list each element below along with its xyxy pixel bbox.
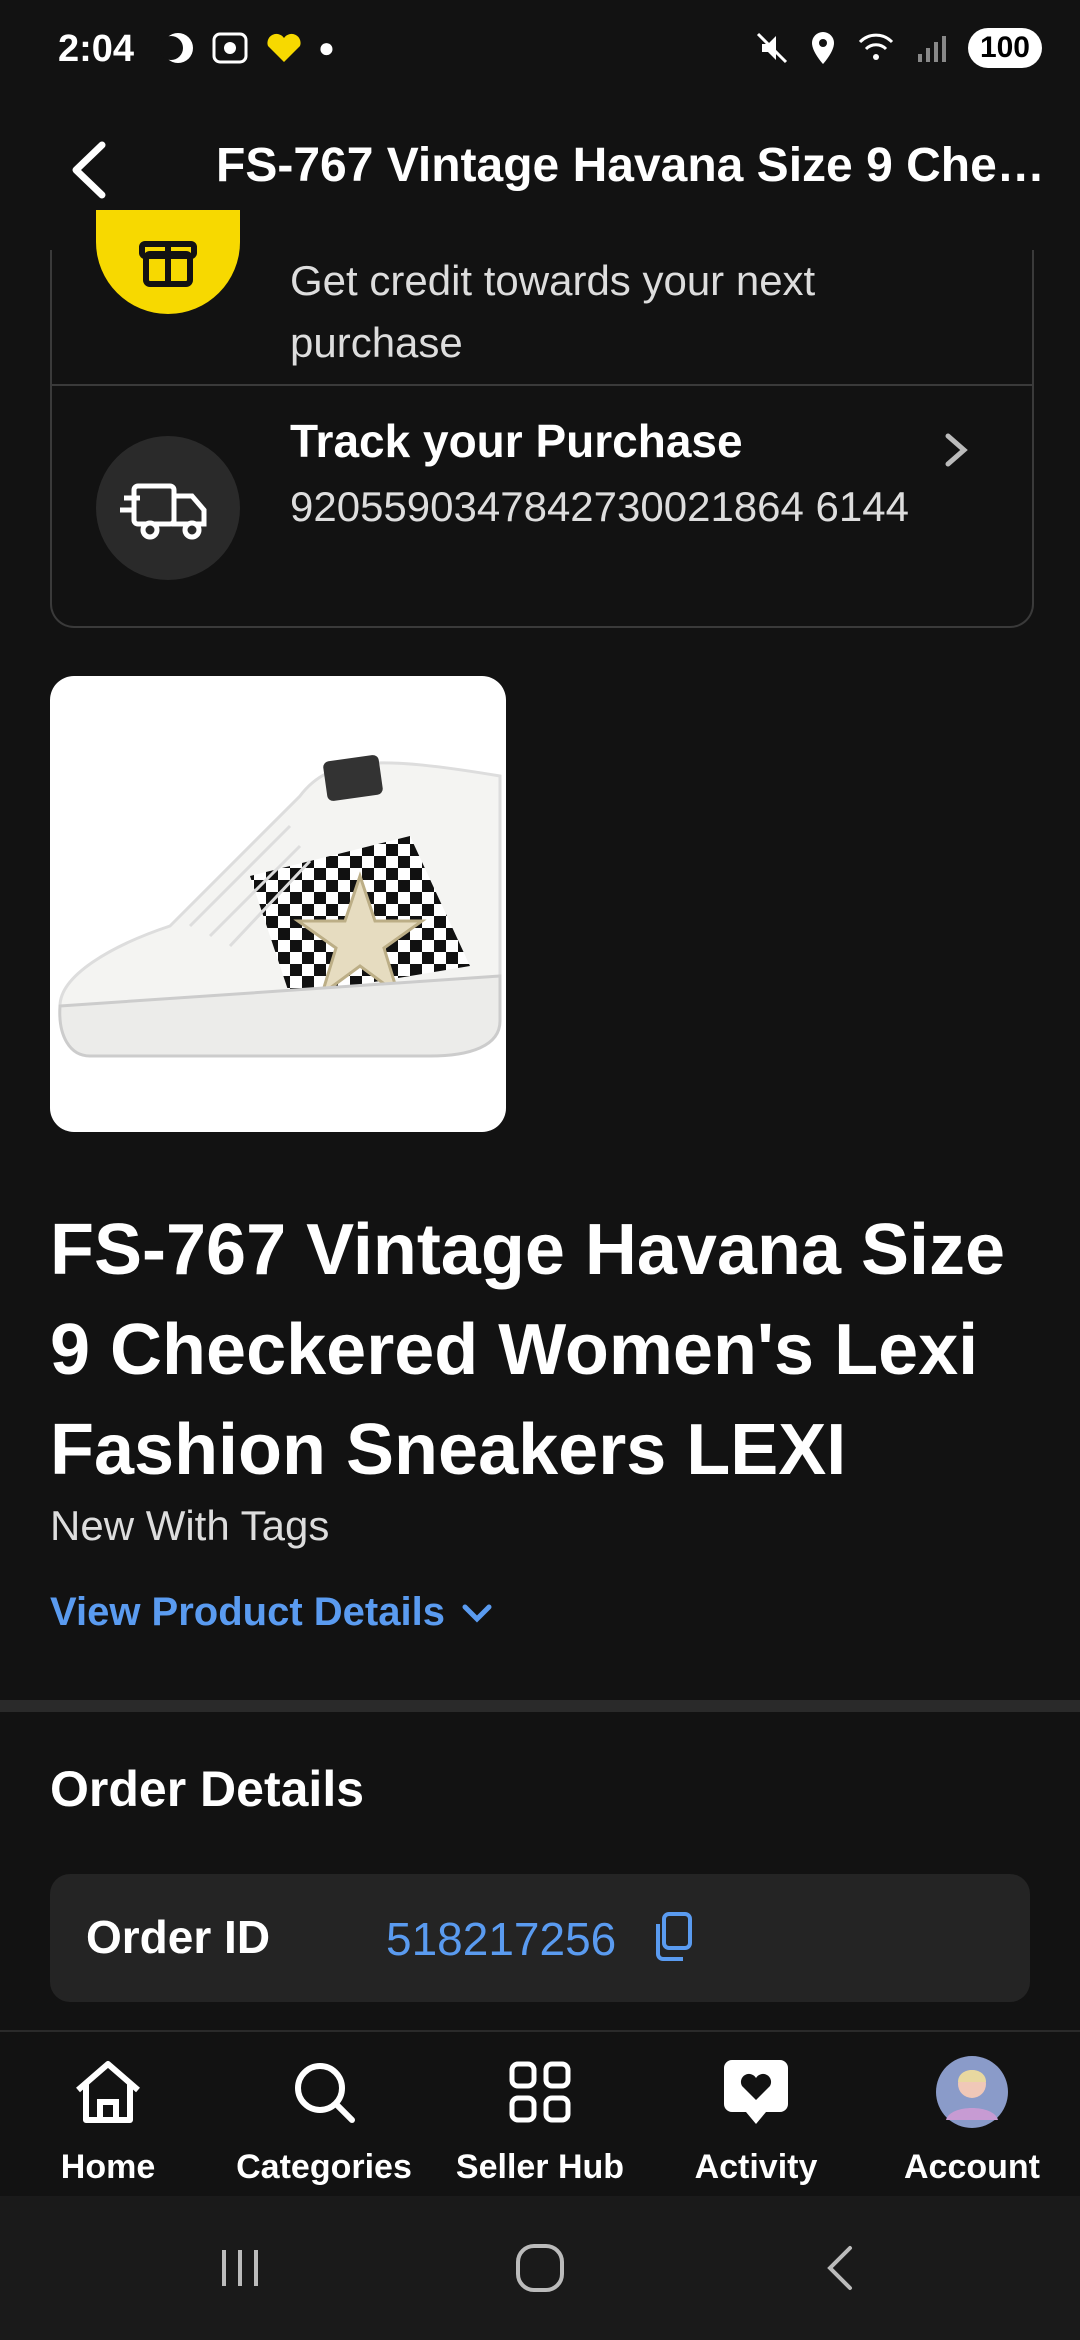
nav-seller-hub[interactable]: Seller Hub	[432, 2052, 648, 2187]
status-icons-left: ●	[160, 30, 335, 66]
grid-icon	[509, 2061, 571, 2123]
nav-home[interactable]: Home	[0, 2052, 216, 2187]
dot-icon: ●	[318, 32, 335, 63]
nav-categories-label: Categories	[236, 2148, 412, 2186]
order-id-value[interactable]: 518217256	[386, 1912, 616, 1966]
nav-home-label: Home	[60, 2148, 156, 2186]
track-purchase-title: Track your Purchase	[290, 415, 743, 467]
heart-chat-icon	[724, 2060, 788, 2124]
chevron-right-icon	[945, 433, 968, 467]
avatar	[936, 2056, 1008, 2128]
mute-icon	[756, 32, 787, 64]
home-icon	[76, 2061, 140, 2123]
heart-icon	[267, 33, 301, 62]
nav-seller-hub-label: Seller Hub	[455, 2148, 625, 2186]
search-icon	[295, 2063, 355, 2123]
moon-icon	[160, 33, 193, 63]
order-details-heading: Order Details	[50, 1761, 365, 1817]
nav-activity[interactable]: Activity	[648, 2052, 864, 2187]
nav-activity-label: Activity	[694, 2148, 818, 2186]
top-app-bar: FS-767 Vintage Havana Size 9 Checkered W…	[0, 120, 1080, 220]
copy-icon[interactable]	[648, 1908, 698, 1966]
purchase-info-card: Get credit towards your next purchase Tr…	[50, 210, 1034, 628]
back-arrow-icon[interactable]	[58, 135, 128, 205]
product-image[interactable]	[50, 676, 506, 1132]
bottom-navigation: Home Categories Seller Hub Activity Acco…	[0, 2030, 1080, 2198]
status-icons-right: 100	[754, 28, 1042, 68]
nav-account[interactable]: Account	[864, 2052, 1080, 2187]
wifi-icon	[858, 33, 894, 60]
nav-categories[interactable]: Categories	[216, 2052, 432, 2187]
location-icon	[811, 32, 834, 64]
order-id-row: Order ID 518217256	[50, 1874, 1030, 2002]
home-button-icon[interactable]	[510, 2238, 570, 2298]
screenshot-icon	[212, 32, 248, 64]
status-time: 2:04	[58, 28, 135, 70]
system-back-icon[interactable]	[812, 2238, 872, 2298]
tracking-number: 9205590347842730021864 6144	[290, 483, 909, 530]
product-title: FS-767 Vintage Havana Size 9 Checkered W…	[50, 1210, 1006, 1490]
view-product-details-label: View Product Details	[50, 1590, 445, 1634]
nav-account-label: Account	[904, 2148, 1040, 2186]
signal-icon	[917, 36, 946, 62]
order-id-label: Order ID	[86, 1911, 271, 1963]
credit-text: Get credit towards your next purchase	[290, 257, 816, 366]
chevron-down-icon	[462, 1604, 492, 1623]
gift-icon	[96, 210, 240, 314]
recent-apps-icon[interactable]	[210, 2238, 270, 2298]
status-bar: 2:04 ● 100	[0, 0, 1080, 100]
delivery-truck-icon	[96, 436, 240, 580]
credit-row[interactable]: Get credit towards your next purchase	[52, 210, 1032, 386]
page-title: FS-767 Vintage Havana Size 9 Checkered W…	[216, 139, 1056, 192]
system-navigation-bar	[0, 2196, 1080, 2340]
section-divider	[0, 1700, 1080, 1712]
view-product-details-link[interactable]: View Product Details	[50, 1590, 495, 1635]
battery-indicator: 100	[967, 28, 1042, 68]
product-condition: New With Tags	[50, 1502, 330, 1549]
